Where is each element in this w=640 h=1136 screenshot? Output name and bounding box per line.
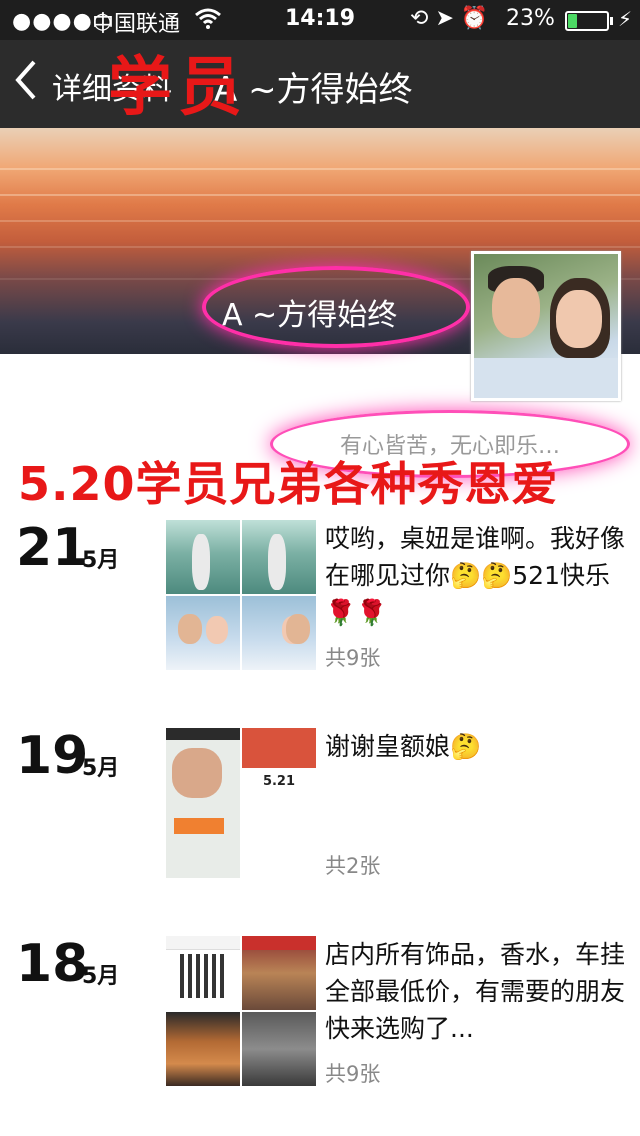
post-photo[interactable] xyxy=(242,1012,316,1086)
post-photo-grid[interactable]: 5.21 xyxy=(166,728,316,878)
post-month: 5月 xyxy=(82,548,120,573)
post-photo[interactable] xyxy=(242,520,316,594)
post-photo[interactable] xyxy=(166,728,240,878)
charging-bolt-icon: ⚡ xyxy=(618,7,633,31)
battery-fill xyxy=(568,14,577,28)
avatar[interactable] xyxy=(471,251,621,401)
post-day: 19 xyxy=(16,726,89,786)
post-photo[interactable] xyxy=(166,520,240,594)
post-text: 哎哟，桌妞是谁啊。我好像在哪见过你🤔🤔521快乐🌹🌹 xyxy=(325,524,626,627)
overlay-caption-top: 学员 xyxy=(108,51,248,125)
battery-icon xyxy=(565,11,609,31)
post-photo-grid[interactable] xyxy=(166,936,316,1086)
post-photo[interactable] xyxy=(166,1012,240,1086)
post-photo[interactable] xyxy=(242,936,316,1010)
post-photo[interactable] xyxy=(242,596,316,670)
overlay-caption-banner: 5.20学员兄弟各种秀恩爱 xyxy=(18,457,559,511)
location-arrow-icon: ➤ xyxy=(435,6,454,31)
post-photo-count: 共9张 xyxy=(325,1062,381,1086)
post-text: 店内所有饰品，香水，车挂全部最低价，有需要的朋友快来选购了... xyxy=(325,940,626,1043)
battery-percent: 23% xyxy=(506,6,555,31)
post-month: 5月 xyxy=(82,964,120,989)
post-photo-grid[interactable] xyxy=(166,520,316,670)
rotation-lock-icon: ⟲ xyxy=(410,6,429,31)
post-photo[interactable] xyxy=(166,596,240,670)
post-day: 21 xyxy=(16,518,89,578)
post-photo[interactable] xyxy=(166,936,240,1010)
post-month: 5月 xyxy=(82,756,120,781)
post-photo-count: 共2张 xyxy=(325,854,381,878)
profile-name: A ~方得始终 xyxy=(222,298,398,333)
status-bar: ●●●●○ 中国联通 14:19 ⟲ ➤ ⏰ 23% ⚡ xyxy=(0,0,640,40)
navigation-bar: 详细资料 A ~方得始终 xyxy=(0,40,640,128)
post-photo-count: 共9张 xyxy=(325,646,381,670)
red-packet-amount: 5.21 xyxy=(262,774,296,789)
post-text: 谢谢皇额娘🤔 xyxy=(325,732,482,761)
alarm-icon: ⏰ xyxy=(460,6,489,31)
qr-code-icon xyxy=(180,954,224,998)
back-chevron-icon[interactable] xyxy=(14,58,38,111)
post-photo[interactable]: 5.21 xyxy=(242,728,316,878)
post-day: 18 xyxy=(16,934,89,994)
